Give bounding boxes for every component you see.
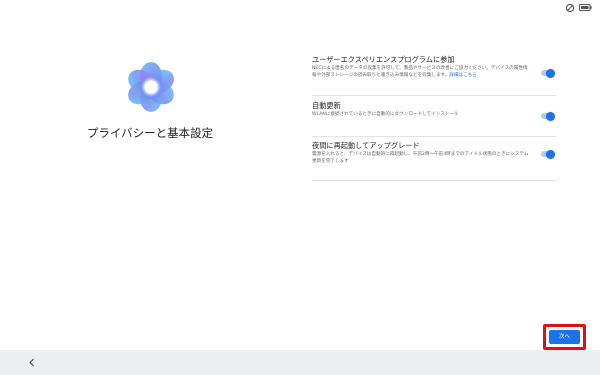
- setting-night-restart-upgrade[interactable]: 夜間に再起動してアップグレード 電源を入れると、デバイスは自動的に再起動し、午前…: [312, 141, 556, 181]
- setup-screen: プライバシーと基本設定 ユーザーエクスペリエンスプログラムに参加 NECによる匿…: [0, 0, 600, 375]
- battery-icon: [579, 4, 592, 11]
- toggle-knob: [546, 149, 555, 159]
- setting-title: ユーザーエクスペリエンスプログラムに参加: [312, 55, 455, 64]
- user-experience-toggle[interactable]: [541, 68, 555, 78]
- screen-rotation-icon: [565, 3, 575, 13]
- setting-description: WLANに接続されているときに自動的にダウンロードしてインストール: [312, 112, 459, 117]
- toggle-knob: [546, 111, 555, 121]
- back-chevron-icon[interactable]: [28, 358, 36, 367]
- setting-auto-update[interactable]: 自動更新 WLANに接続されているときに自動的にダウンロードしてインストール: [312, 101, 556, 137]
- setting-title: 自動更新: [312, 101, 341, 110]
- setting-description-text: NECによる匿名のデータの収集を許可して、製品やサービスの改善にご協力ください。…: [312, 66, 528, 78]
- setting-user-experience-program[interactable]: ユーザーエクスペリエンスプログラムに参加 NECによる匿名のデータの収集を許可し…: [312, 55, 556, 96]
- toggle-knob: [546, 68, 555, 78]
- privacy-flower-logo-icon: [128, 62, 174, 112]
- setting-title: 夜間に再起動してアップグレード: [312, 141, 420, 150]
- auto-update-toggle[interactable]: [541, 111, 555, 121]
- setting-description: NECによる匿名のデータの収集を許可して、製品やサービスの改善にご協力ください。…: [312, 66, 530, 79]
- status-bar: [0, 0, 600, 16]
- setting-description: 電源を入れると、デバイスは自動的に再起動し、午前2時〜午前4時までのアイドル状態…: [312, 152, 529, 164]
- learn-more-link[interactable]: 詳細はこちら: [449, 73, 477, 78]
- next-button[interactable]: 次へ: [549, 330, 580, 344]
- next-button-highlight: 次へ: [543, 324, 586, 350]
- navigation-bar: [0, 350, 600, 375]
- settings-list: ユーザーエクスペリエンスプログラムに参加 NECによる匿名のデータの収集を許可し…: [312, 55, 556, 181]
- page-title: プライバシーと基本設定: [86, 126, 214, 140]
- night-restart-toggle[interactable]: [541, 149, 555, 159]
